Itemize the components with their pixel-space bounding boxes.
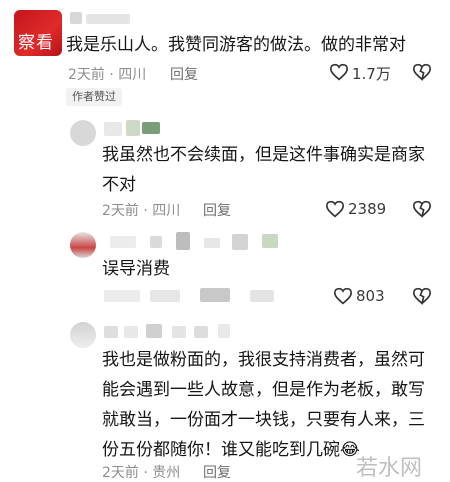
- broken-heart-icon[interactable]: [412, 200, 432, 218]
- username-blur: [150, 236, 162, 248]
- user-avatar[interactable]: 察看: [14, 10, 62, 56]
- comment-meta: 2天前 · 贵州: [102, 465, 181, 481]
- comment-meta: 2天前 · 四川: [102, 203, 181, 219]
- meta-blur: [250, 290, 274, 302]
- username-blur: [86, 14, 130, 24]
- meta-blur: [104, 290, 140, 302]
- user-avatar[interactable]: [70, 322, 96, 348]
- username-blur: [126, 120, 140, 136]
- watermark: 若水网: [356, 456, 423, 481]
- username-blur: [176, 232, 190, 250]
- like-count: 1.7万: [352, 65, 391, 83]
- like-count: 803: [356, 287, 385, 305]
- username-blur: [104, 326, 118, 338]
- meta-blur: [200, 288, 230, 302]
- comment-text: 我也是做粉面的，我很支持消费者，虽然可: [102, 350, 425, 370]
- heart-outline-icon[interactable]: [325, 200, 345, 218]
- comment-meta: 2天前 · 四川: [68, 67, 147, 83]
- username-blur: [194, 326, 208, 338]
- username-blur: [232, 234, 248, 250]
- username-blur: [142, 122, 160, 134]
- username-blur: [70, 12, 82, 24]
- username-blur: [110, 236, 136, 248]
- username-blur: [204, 238, 220, 248]
- comment-text: 不对: [102, 175, 136, 195]
- comment-text: 我虽然也不会续面，但是这件事确实是商家: [102, 145, 425, 165]
- avatar-text: 察看: [18, 33, 54, 53]
- meta-blur: [150, 290, 180, 302]
- comment-text: 我是乐山人。我赞同游客的做法。做的非常对: [66, 35, 406, 55]
- heart-outline-icon[interactable]: [333, 287, 353, 305]
- username-blur: [124, 326, 138, 338]
- username-blur: [146, 324, 162, 338]
- user-avatar[interactable]: [70, 232, 96, 258]
- broken-heart-icon[interactable]: [412, 63, 432, 81]
- username-blur: [172, 326, 186, 338]
- comment-text-line: 份五份都随你！谁又能吃到几碗: [102, 440, 340, 460]
- username-blur: [104, 122, 122, 136]
- reply-button[interactable]: 回复: [203, 462, 231, 482]
- like-count: 2389: [348, 200, 387, 218]
- author-liked-badge: 作者赞过: [66, 88, 122, 106]
- comment-text: 误导消费: [102, 259, 170, 279]
- reply-button[interactable]: 回复: [203, 200, 231, 220]
- username-blur: [218, 324, 230, 338]
- comment-text: 就敢当，一份面才一块钱，只要有人来，三: [102, 410, 425, 430]
- broken-heart-icon[interactable]: [412, 287, 432, 305]
- username-blur: [262, 234, 278, 248]
- heart-outline-icon[interactable]: [329, 63, 349, 81]
- reply-button[interactable]: 回复: [170, 64, 198, 84]
- user-avatar[interactable]: [70, 120, 96, 146]
- comment-text: 能会遇到一些人故意，但是作为老板，敢写: [102, 380, 425, 400]
